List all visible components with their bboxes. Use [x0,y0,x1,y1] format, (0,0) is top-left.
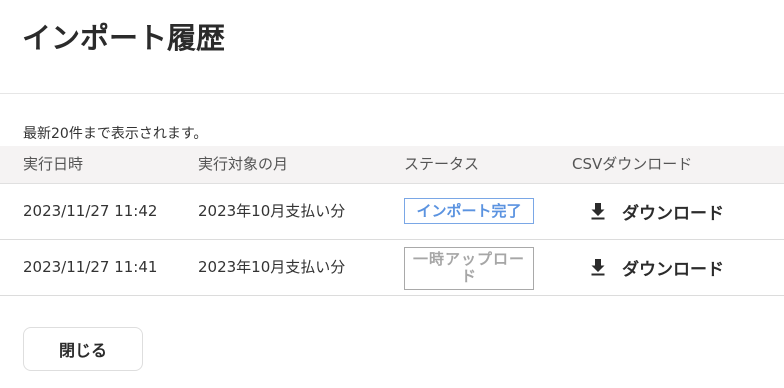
download-label: ダウンロード [622,203,724,224]
import-history-dialog: インポート履歴 最新20件まで表示されます。 実行日時 実行対象の月 ステータス… [0,0,784,388]
table-header: 実行日時 実行対象の月 ステータス CSVダウンロード [0,146,784,184]
column-header-status: ステータス [404,155,480,173]
csv-download-button[interactable]: ダウンロード [588,198,724,224]
csv-download-button[interactable]: ダウンロード [588,254,724,280]
dialog-title: インポート履歴 [22,21,226,55]
column-header-target-month: 実行対象の月 [198,155,289,173]
target-month-cell: 2023年10月支払い分 [198,258,346,276]
download-icon [591,203,605,220]
column-header-executed-at: 実行日時 [23,155,84,173]
table-row: 2023/11/27 11:42 2023年10月支払い分 インポート完了 ダウ… [0,184,784,240]
close-button[interactable]: 閉じる [23,327,143,371]
executed-at-cell: 2023/11/27 11:41 [23,258,158,276]
download-icon [591,259,605,276]
status-badge: 一時アップロード [404,247,534,290]
table-row: 2023/11/27 11:41 2023年10月支払い分 一時アップロード ダ… [0,240,784,296]
status-badge: インポート完了 [404,198,534,224]
header-divider [0,93,784,94]
target-month-cell: 2023年10月支払い分 [198,202,346,220]
import-history-table: 実行日時 実行対象の月 ステータス CSVダウンロード 2023/11/27 1… [0,146,784,296]
limit-note: 最新20件まで表示されます。 [23,126,208,142]
executed-at-cell: 2023/11/27 11:42 [23,202,158,220]
download-label: ダウンロード [622,259,724,280]
column-header-csv-download: CSVダウンロード [572,155,693,173]
